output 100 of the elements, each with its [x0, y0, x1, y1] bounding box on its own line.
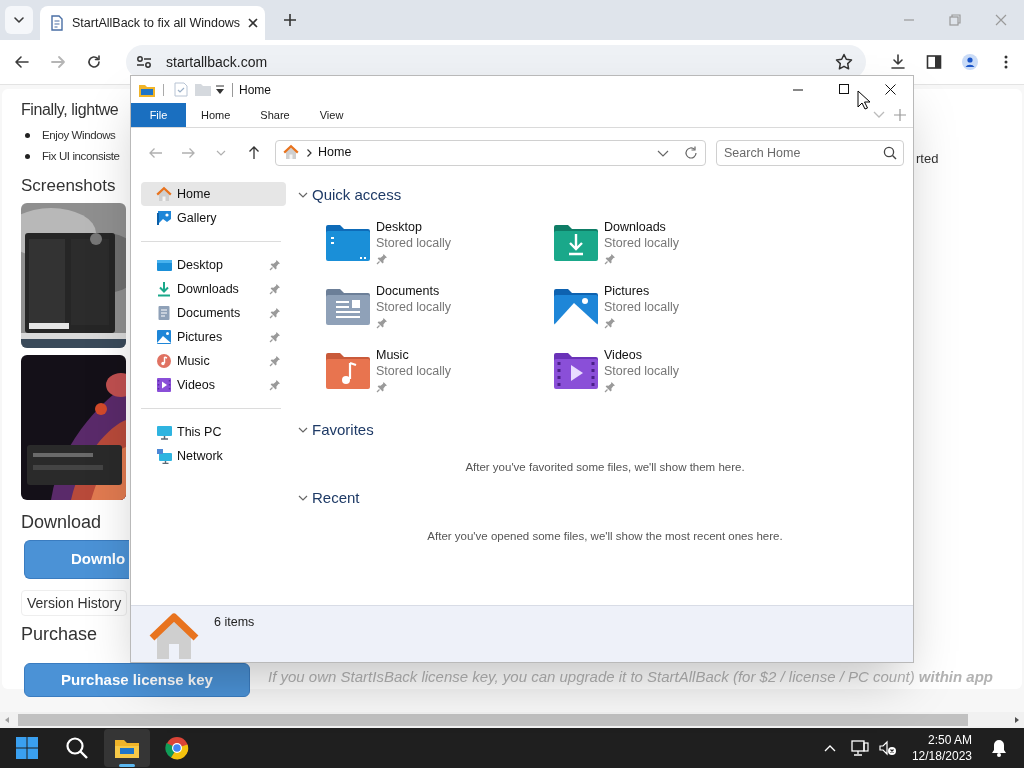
network-icon[interactable]: [850, 740, 869, 756]
chevron-down-icon: [13, 16, 25, 24]
plus-icon: [284, 14, 296, 26]
refresh-icon[interactable]: [684, 145, 698, 160]
url-text: startallback.com: [166, 52, 269, 72]
close-icon: [248, 18, 259, 28]
address-field[interactable]: Home: [275, 139, 706, 166]
empty-message: After you've opened some files, we'll show the most recent ones here.: [427, 529, 783, 544]
folder-name: Music: [376, 347, 410, 363]
sidebar-item[interactable]: Network: [141, 444, 286, 468]
scrollbar-thumb[interactable]: [18, 714, 968, 726]
upgrade-note: If you own StartIsBack license key, you can upgrade it to StartAllBack (for $2 / license / PC count) within app: [268, 667, 994, 687]
sidebar-item[interactable]: Downloads: [141, 277, 286, 301]
dropdown-icon[interactable]: [215, 84, 225, 95]
folder-status: Stored locally: [604, 363, 680, 379]
documents-folder-icon: [326, 287, 370, 325]
clock[interactable]: 2:50 AM 12/18/2023: [907, 730, 976, 766]
sidebar-item[interactable]: Videos: [141, 373, 286, 397]
folder-tile[interactable]: Downloads Stored locally: [554, 219, 782, 283]
site-settings-icon[interactable]: [136, 55, 152, 69]
download-arrow-icon: [156, 281, 172, 297]
folder-name: Videos: [604, 347, 643, 363]
heading: Finally, lightwe: [21, 100, 119, 120]
search-icon: [65, 736, 89, 760]
sidebar-item[interactable]: Home: [141, 182, 286, 206]
heading: Purchase: [21, 623, 98, 645]
videos-folder-icon: [554, 351, 598, 389]
downloads-folder-icon: [554, 223, 598, 261]
desktop-icon: [156, 257, 172, 273]
empty-message: After you've favorited some files, we'll show them here.: [465, 460, 745, 475]
version-history-link[interactable]: Version History: [21, 590, 128, 616]
folder-status: Stored locally: [376, 363, 452, 379]
home-icon: [283, 144, 301, 161]
search-icon: [883, 145, 897, 160]
monitor-icon: [156, 424, 172, 440]
folder-tile[interactable]: Music Stored locally: [326, 347, 554, 411]
sidebar-item[interactable]: Desktop: [141, 253, 286, 277]
chevron-up-icon[interactable]: [823, 744, 836, 752]
download-icon[interactable]: [890, 54, 906, 70]
heading: Download: [21, 511, 102, 533]
folder-status: Stored locally: [604, 299, 680, 315]
video-icon: [156, 377, 172, 393]
folder-tile[interactable]: Videos Stored locally: [554, 347, 782, 411]
browser-tab[interactable]: StartAllBack to fix all Windows: [40, 6, 265, 40]
pictures-folder-icon: [554, 287, 598, 325]
taskbar-button[interactable]: [104, 729, 150, 767]
folder-status: Stored locally: [376, 299, 452, 315]
sidebar-item[interactable]: Gallery: [141, 206, 286, 230]
up-icon[interactable]: [247, 145, 261, 160]
bell-icon[interactable]: [991, 739, 1007, 757]
folder-name: Pictures: [604, 283, 651, 299]
reload-icon[interactable]: [86, 54, 102, 70]
status-text: 6 items: [214, 614, 255, 631]
heading: Screenshots: [21, 175, 116, 197]
start-icon: [16, 737, 38, 759]
desktop-folder-icon: [326, 223, 370, 261]
sidebar-item[interactable]: Documents: [141, 301, 286, 325]
sidebar-item[interactable]: This PC: [141, 420, 286, 444]
folder-tile[interactable]: Pictures Stored locally: [554, 283, 782, 347]
ribbon-tab[interactable]: Share: [245, 103, 305, 127]
chrome-icon: [165, 736, 189, 760]
star-icon[interactable]: [835, 53, 853, 71]
address-text: Home: [318, 144, 353, 162]
folder-name: Desktop: [376, 219, 423, 235]
folder-tile[interactable]: Desktop Stored locally: [326, 219, 554, 283]
section-header[interactable]: Favorites: [297, 420, 374, 440]
tab-title: StartAllBack to fix all Windows: [72, 14, 241, 32]
new-tab-button[interactable]: [282, 12, 298, 28]
section-header[interactable]: Recent: [297, 488, 360, 508]
side-panel-icon[interactable]: [926, 54, 942, 70]
list-item: Fix UI inconsiste: [42, 148, 120, 164]
close-icon[interactable]: [884, 84, 896, 95]
section-header[interactable]: Quick access: [297, 185, 402, 205]
profile-icon[interactable]: [962, 54, 978, 70]
tab-list-button[interactable]: [5, 6, 33, 34]
list-item: Enjoy Windows: [42, 127, 116, 143]
muted-speaker-icon[interactable]: [878, 740, 897, 756]
sidebar-item[interactable]: Music: [141, 349, 286, 373]
folder-tile[interactable]: Documents Stored locally: [326, 283, 554, 347]
document-icon: [50, 15, 64, 31]
folder-name: Downloads: [604, 219, 667, 235]
bullet-icon: [25, 154, 30, 159]
network-icon: [156, 448, 172, 464]
music-note-icon: [156, 353, 172, 369]
document-icon: [156, 305, 172, 321]
ribbon-tab[interactable]: View: [304, 103, 359, 127]
cursor-icon: [857, 90, 871, 110]
chevron-right-icon: [306, 147, 313, 158]
sidebar-item[interactable]: Pictures: [141, 325, 286, 349]
music-folder-icon: [326, 351, 370, 389]
picture-icon: [156, 329, 172, 345]
folder-icon: [115, 738, 139, 758]
ribbon-tab[interactable]: Home: [186, 103, 246, 127]
maximize-icon[interactable]: [838, 84, 850, 95]
search-field[interactable]: Search Home: [716, 139, 904, 166]
bullet-icon: [25, 133, 30, 138]
folder-status: Stored locally: [604, 235, 680, 251]
back-icon[interactable]: [14, 54, 30, 70]
folder-status: Stored locally: [376, 235, 452, 251]
window-title: Home: [239, 81, 271, 99]
